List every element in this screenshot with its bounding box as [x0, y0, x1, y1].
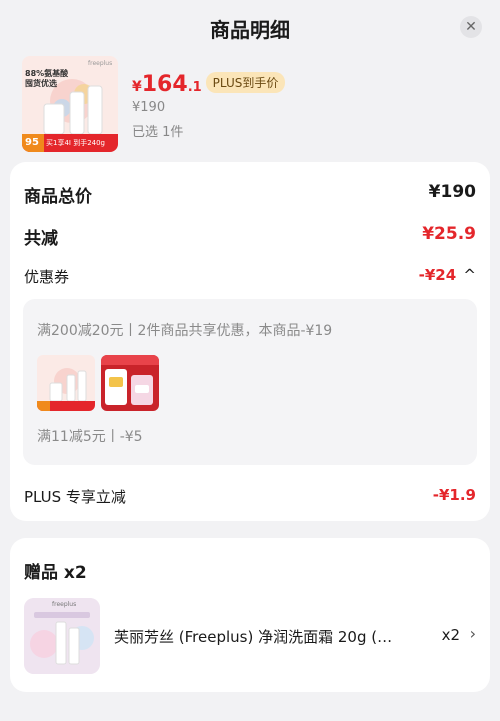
gift-thumbnail[interactable]: freeplus: [24, 598, 100, 674]
coupon-detail-2: 满11减5元丨-¥5: [37, 429, 143, 445]
thumb-badge-number: 95: [25, 137, 39, 148]
chevron-right-icon[interactable]: ›: [470, 624, 476, 643]
promo-price: ¥164.1 PLUS到手价: [132, 72, 286, 100]
coupon-product-image-1: [37, 355, 95, 411]
total-reduce-label: 共减: [24, 229, 58, 249]
coupon-product-thumb-1[interactable]: [37, 355, 95, 411]
price-breakdown-card: 商品总价 ¥190 共减 ¥25.9 优惠券 -¥24 ^ 满200减20元丨2…: [10, 162, 490, 521]
product-summary: 88%氨基酸 囤货优选 freeplus 95 买1享4I 到手240g ¥16…: [22, 56, 482, 152]
coupon-label: 优惠券: [24, 268, 70, 286]
thumb-badge-text: 买1享4I 到手240g: [46, 139, 106, 147]
gift-card: 赠品 x2 freeplus 芙丽芳丝 (Freeplus) 净润洗面霜 20g…: [10, 538, 490, 692]
plus-discount-label: PLUS 专享立减: [24, 488, 126, 506]
selected-count: 已选 1件: [132, 125, 184, 140]
gift-item-name[interactable]: 芙丽芳丝 (Freeplus) 净润洗面霜 20g (…: [114, 626, 414, 647]
plus-price-tag: PLUS到手价: [205, 72, 286, 93]
original-price: ¥190: [132, 100, 166, 115]
close-icon: ✕: [465, 19, 477, 35]
total-reduce-value: ¥25.9: [422, 224, 476, 244]
coupon-value: -¥24: [418, 266, 457, 284]
gift-item-quantity: x2: [441, 626, 460, 644]
gift-image: [24, 598, 100, 674]
product-thumbnail[interactable]: 88%氨基酸 囤货优选 freeplus 95 买1享4I 到手240g: [22, 56, 118, 152]
coupon-toggle[interactable]: -¥24 ^: [419, 266, 476, 284]
coupon-product-image-2: [101, 355, 159, 411]
page-title: 商品明细: [210, 18, 290, 42]
total-price-value: ¥190: [428, 182, 476, 202]
gift-brand-text: freeplus: [52, 601, 77, 608]
chevron-up-icon: ^: [463, 266, 476, 284]
coupon-product-thumb-2[interactable]: [101, 355, 159, 411]
plus-discount-value: -¥1.9: [432, 486, 476, 504]
header: 商品明细 ✕: [0, 0, 500, 56]
price-integer: 164: [141, 72, 188, 97]
price-decimal: .1: [187, 80, 202, 95]
close-button[interactable]: ✕: [460, 16, 482, 38]
thumb-promo-text2: 囤货优选: [25, 79, 57, 88]
gift-title: 赠品 x2: [24, 563, 87, 583]
total-price-label: 商品总价: [24, 187, 92, 207]
price-currency: ¥: [132, 79, 142, 95]
coupon-detail-1: 满200减20元丨2件商品共享优惠，本商品-¥19: [37, 323, 333, 339]
thumb-brand-text: freeplus: [88, 60, 113, 67]
coupon-detail-box: 满200减20元丨2件商品共享优惠，本商品-¥19 满11减5元丨-¥5: [23, 299, 477, 465]
